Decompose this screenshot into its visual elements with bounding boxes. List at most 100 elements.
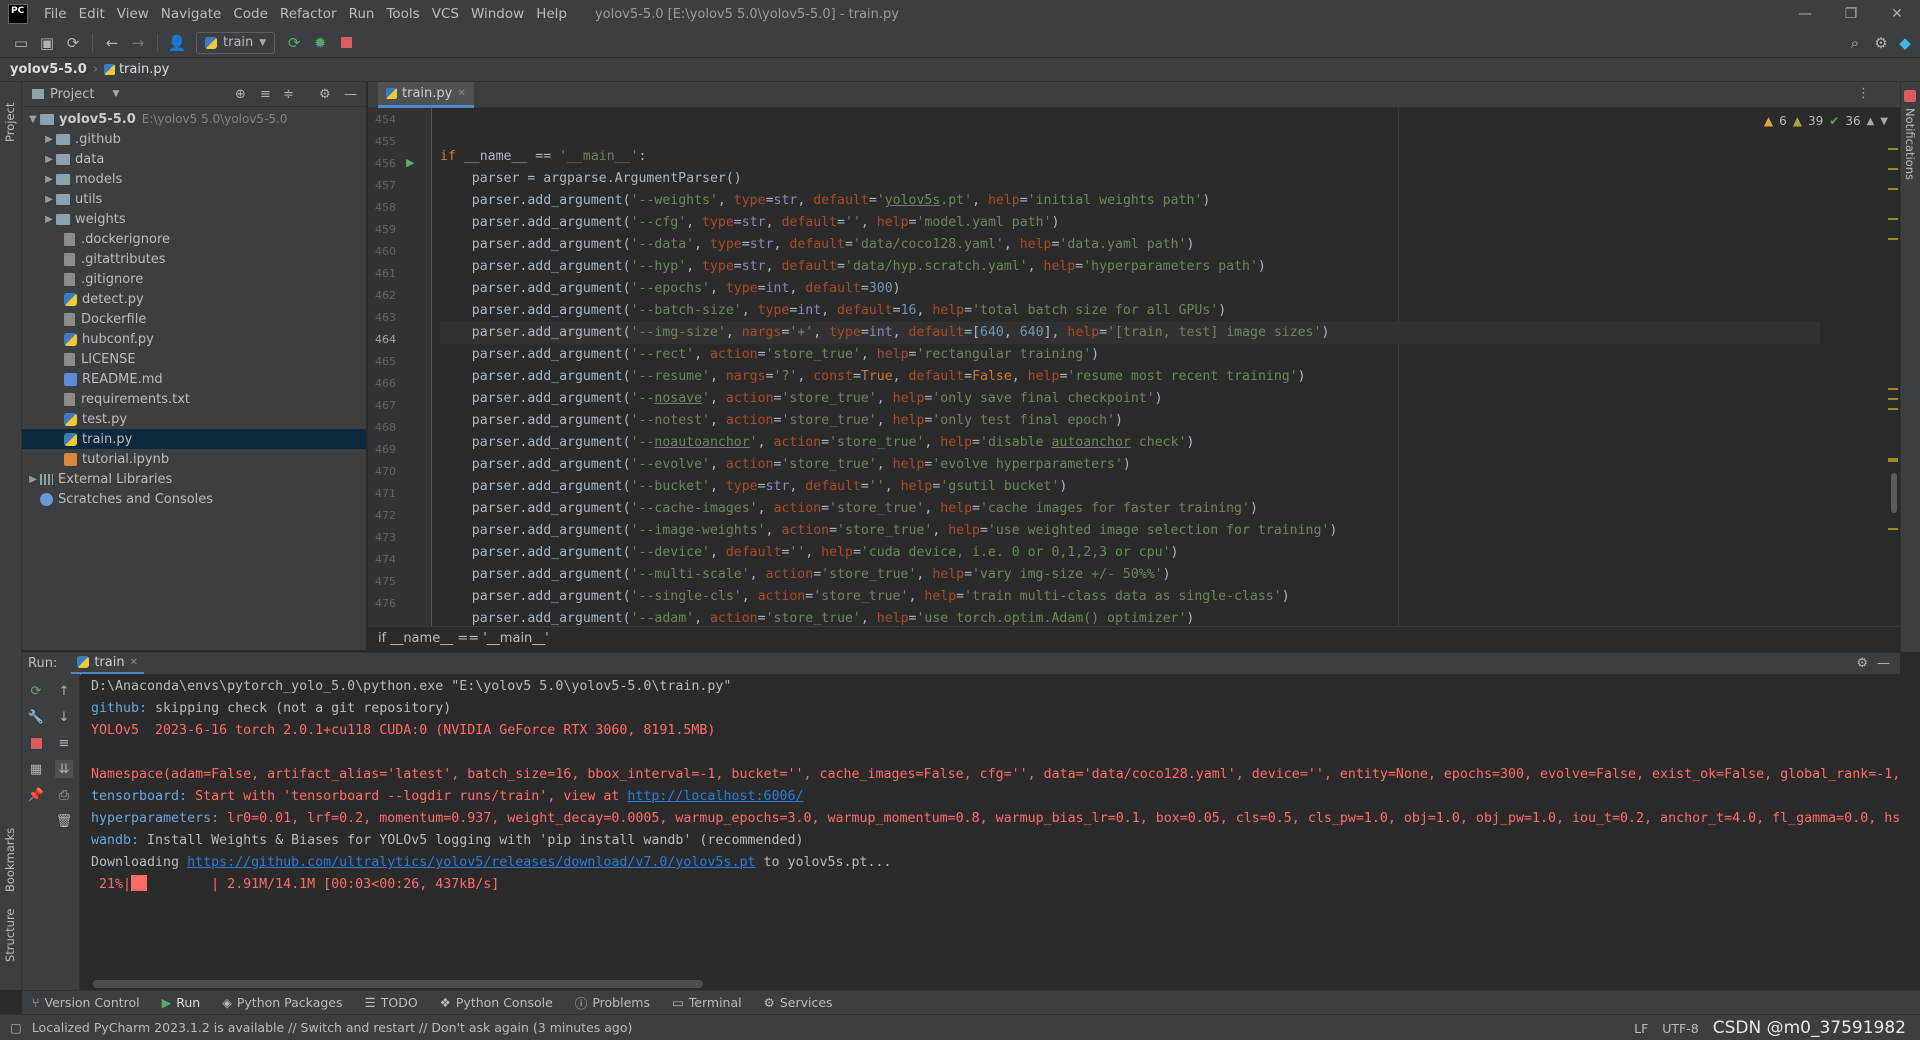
tool-python-console[interactable]: ❖ Python Console xyxy=(440,991,553,1015)
project-tool-button[interactable]: Project xyxy=(3,103,17,142)
status-panel-icon[interactable]: ▢ xyxy=(10,1020,22,1035)
tree-folder[interactable]: ▶ data xyxy=(22,149,366,169)
tree-file[interactable]: Dockerfile xyxy=(22,309,366,329)
save-all-icon[interactable]: ▣ xyxy=(34,32,60,54)
menu-tools[interactable]: Tools xyxy=(380,0,425,28)
stop-icon[interactable] xyxy=(333,32,359,54)
structure-tool-button[interactable]: Structure xyxy=(3,909,17,963)
layout-icon[interactable]: ▦ xyxy=(27,760,45,778)
tree-file-selected[interactable]: train.py xyxy=(22,429,366,449)
menu-code[interactable]: Code xyxy=(227,0,274,28)
hide-panel-icon[interactable]: — xyxy=(1877,656,1890,671)
wrench-icon[interactable]: 🔧 xyxy=(27,708,45,726)
breadcrumb-project[interactable]: yolov5-5.0 xyxy=(10,62,87,77)
tool-terminal[interactable]: ▭ Terminal xyxy=(672,991,742,1015)
bookmarks-tool-button[interactable]: Bookmarks xyxy=(3,828,17,892)
run-console[interactable]: D:\Anaconda\envs\pytorch_yolo_5.0\python… xyxy=(81,674,1900,990)
line-separator-indicator[interactable]: LF xyxy=(1634,1021,1648,1036)
menu-navigate[interactable]: Navigate xyxy=(155,0,228,28)
breadcrumb-file[interactable]: train.py xyxy=(119,62,169,77)
scroll-up-icon[interactable]: ↑ xyxy=(55,682,73,700)
tree-file[interactable]: requirements.txt xyxy=(22,389,366,409)
run-gutter-icon[interactable]: ▶ xyxy=(406,156,414,169)
tree-folder[interactable]: ▶ weights xyxy=(22,209,366,229)
stop-icon[interactable] xyxy=(27,734,45,752)
code-editor[interactable]: 454 455 456 457 458 459 460 461 462 463 … xyxy=(368,108,1900,626)
tool-todo[interactable]: ☰ TODO xyxy=(365,991,418,1015)
tool-python-packages[interactable]: ◈ Python Packages xyxy=(222,991,342,1015)
tree-external-libraries[interactable]: ▶ External Libraries xyxy=(22,469,366,489)
debug-icon[interactable]: ✹ xyxy=(307,32,333,54)
tree-file[interactable]: tutorial.ipynb xyxy=(22,449,366,469)
breadcrumb-scope[interactable]: if __name__ == '__main__' xyxy=(378,631,549,646)
tree-file[interactable]: test.py xyxy=(22,409,366,429)
forward-icon[interactable]: → xyxy=(125,32,151,54)
tree-file[interactable]: .gitattributes xyxy=(22,249,366,269)
scroll-to-end-icon[interactable]: ⇊ xyxy=(55,760,73,778)
menu-window[interactable]: Window xyxy=(465,0,530,28)
print-icon[interactable]: ⎙ xyxy=(55,786,73,804)
tool-version-control[interactable]: ⑂ Version Control xyxy=(32,991,140,1015)
menu-help[interactable]: Help xyxy=(530,0,573,28)
sync-icon[interactable]: ⟳ xyxy=(60,32,86,54)
code-breadcrumb[interactable]: if __name__ == '__main__' xyxy=(368,626,1900,650)
open-folder-icon[interactable]: ▭ xyxy=(8,32,34,54)
tree-folder[interactable]: ▶ models xyxy=(22,169,366,189)
rerun-icon[interactable]: ⟳ xyxy=(281,32,307,54)
jetbrains-icon[interactable]: ◆ xyxy=(1892,32,1918,54)
tree-file[interactable]: README.md xyxy=(22,369,366,389)
pin-icon[interactable]: 📌 xyxy=(27,786,45,804)
close-tab-icon[interactable]: ✕ xyxy=(130,657,138,668)
tool-problems[interactable]: ⓘ Problems xyxy=(575,991,650,1015)
hide-panel-icon[interactable]: — xyxy=(344,87,357,102)
notifications-icon[interactable] xyxy=(1904,90,1916,102)
back-icon[interactable]: ← xyxy=(99,32,125,54)
tree-file[interactable]: .gitignore xyxy=(22,269,366,289)
menu-view[interactable]: View xyxy=(111,0,155,28)
locate-icon[interactable]: ⊕ xyxy=(235,87,246,102)
menu-run[interactable]: Run xyxy=(343,0,381,28)
scroll-down-icon[interactable]: ↓ xyxy=(55,708,73,726)
tab-train-py[interactable]: train.py ✕ xyxy=(378,82,474,108)
tree-folder[interactable]: ▶ utils xyxy=(22,189,366,209)
inspection-widget[interactable]: ▲ 6 ▲ 39 ✔ 36 ▲ ▼ xyxy=(1764,114,1888,128)
tree-file[interactable]: hubconf.py xyxy=(22,329,366,349)
gear-icon[interactable]: ⚙ xyxy=(1856,656,1868,671)
gear-icon[interactable]: ⚙ xyxy=(319,87,331,102)
close-tab-icon[interactable]: ✕ xyxy=(457,88,465,99)
run-configuration-select[interactable]: train ▼ xyxy=(196,31,276,54)
run-tab-train[interactable]: train ✕ xyxy=(71,653,144,675)
menu-file[interactable]: File xyxy=(38,0,73,28)
project-panel-title[interactable]: Project xyxy=(50,87,94,102)
tree-file[interactable]: detect.py xyxy=(22,289,366,309)
more-options-icon[interactable]: ⋮ xyxy=(1857,86,1870,101)
status-message[interactable]: Localized PyCharm 2023.1.2 is available … xyxy=(32,1020,633,1035)
console-horizontal-scrollbar[interactable] xyxy=(93,980,703,988)
tree-folder[interactable]: ▶ .github xyxy=(22,129,366,149)
expand-all-icon[interactable]: ≡ xyxy=(260,87,271,102)
tree-file[interactable]: LICENSE xyxy=(22,349,366,369)
notifications-tool-button[interactable]: Notifications xyxy=(1903,108,1917,180)
download-link[interactable]: https://github.com/ultralytics/yolov5/re… xyxy=(187,855,755,870)
menu-edit[interactable]: Edit xyxy=(73,0,111,28)
scroll-thumb[interactable] xyxy=(1891,473,1897,513)
restore-icon[interactable]: ❐ xyxy=(1828,0,1874,28)
tree-scratches[interactable]: Scratches and Consoles xyxy=(22,489,366,509)
close-icon[interactable]: ✕ xyxy=(1874,0,1920,28)
user-icon[interactable]: 👤 xyxy=(164,32,190,54)
settings-icon[interactable]: ⚙ xyxy=(1868,32,1894,54)
editor-scrollbar[interactable] xyxy=(1886,108,1900,626)
search-icon[interactable]: ⌕ xyxy=(1842,32,1868,54)
chevron-down-icon[interactable]: ▼ xyxy=(112,89,119,99)
tool-services[interactable]: ⚙ Services xyxy=(764,991,833,1015)
trash-icon[interactable]: 🗑 xyxy=(55,812,73,830)
tool-run[interactable]: ▶ Run xyxy=(162,991,201,1015)
rerun-icon[interactable]: ⟳ xyxy=(27,682,45,700)
menu-refactor[interactable]: Refactor xyxy=(274,0,343,28)
tree-root[interactable]: ▼ yolov5-5.0 E:\yolov5 5.0\yolov5-5.0 xyxy=(22,109,366,129)
chevron-up-icon[interactable]: ▲ xyxy=(1867,116,1875,127)
tree-file[interactable]: .dockerignore xyxy=(22,229,366,249)
minimize-icon[interactable]: — xyxy=(1782,0,1828,28)
menu-vcs[interactable]: VCS xyxy=(426,0,465,28)
soft-wrap-icon[interactable]: ≡ xyxy=(55,734,73,752)
